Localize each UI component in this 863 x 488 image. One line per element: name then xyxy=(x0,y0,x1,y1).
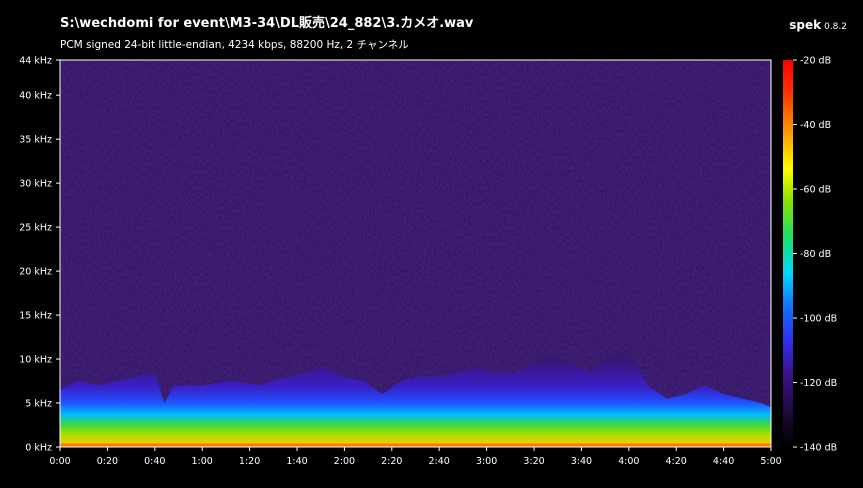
colorbar: -20 dB -40 dB -60 dB -80 dB -100 dB -120 dB -1… xyxy=(783,56,837,454)
x-tick-label: 2:40 xyxy=(429,456,450,467)
spectrogram-plot-area xyxy=(60,60,771,447)
colorbar-tick-label: -100 dB xyxy=(800,314,837,325)
y-tick-label: 40 kHz xyxy=(19,91,52,102)
x-tick-label: 0:40 xyxy=(144,456,165,467)
spectrogram-bass-band xyxy=(60,443,771,447)
x-tick-label: 1:00 xyxy=(192,456,213,467)
x-tick-label: 2:20 xyxy=(381,456,402,467)
x-tick-label: 4:00 xyxy=(618,456,639,467)
spectrogram-chart: 0:00 0:20 0:40 1:00 1:20 1:40 2:00 2:20 2:40 3:00… xyxy=(19,56,837,468)
y-tick-label: 30 kHz xyxy=(19,179,52,190)
x-tick-label: 3:00 xyxy=(476,456,497,467)
y-tick-label: 20 kHz xyxy=(19,267,52,278)
x-tick-label: 1:40 xyxy=(286,456,307,467)
colorbar-tick-label: -60 dB xyxy=(800,185,831,196)
colorbar-tick-label: -40 dB xyxy=(800,120,831,131)
x-tick-label: 4:20 xyxy=(666,456,687,467)
x-tick-label: 0:20 xyxy=(97,456,118,467)
colorbar-tick-label: -120 dB xyxy=(800,378,837,389)
colorbar-gradient xyxy=(783,60,793,447)
x-tick-label: 3:20 xyxy=(523,456,544,467)
x-tick-label: 2:00 xyxy=(334,456,355,467)
y-tick-label: 35 kHz xyxy=(19,135,52,146)
x-tick-label: 5:00 xyxy=(760,456,781,467)
y-tick-label: 25 kHz xyxy=(19,223,52,234)
y-tick-label: 0 kHz xyxy=(25,443,52,454)
y-tick-label: 15 kHz xyxy=(19,311,52,322)
x-tick-label: 0:00 xyxy=(49,456,70,467)
colorbar-tick-label: -140 dB xyxy=(800,443,837,454)
x-tick-label: 4:40 xyxy=(713,456,734,467)
x-tick-label: 3:40 xyxy=(571,456,592,467)
colorbar-tick-label: -20 dB xyxy=(800,56,831,67)
y-tick-label: 44 kHz xyxy=(19,56,52,67)
y-tick-label: 5 kHz xyxy=(25,399,52,410)
colorbar-tick-label: -80 dB xyxy=(800,249,831,260)
x-tick-label: 1:20 xyxy=(239,456,260,467)
y-tick-label: 10 kHz xyxy=(19,355,52,366)
